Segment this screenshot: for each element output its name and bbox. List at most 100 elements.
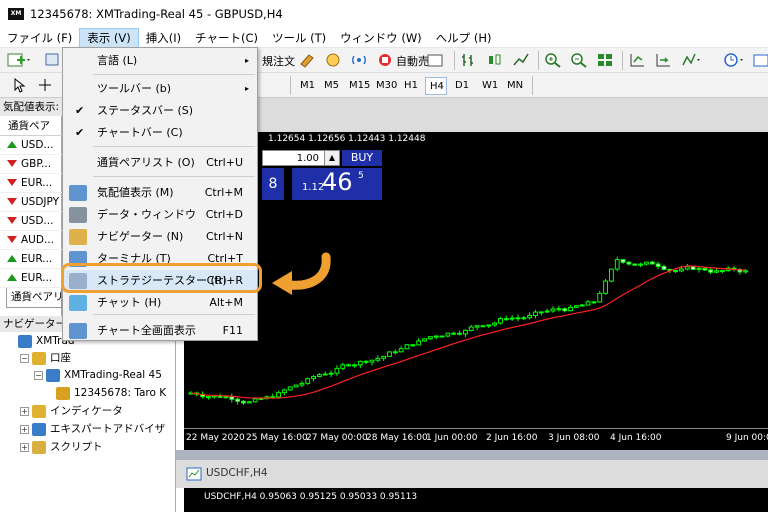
view-menu-item[interactable]: ✔ ステータスバー (S) <box>63 100 257 122</box>
timeframe-h1[interactable]: H1 <box>400 77 422 95</box>
market-watch-row[interactable]: AUD... <box>0 231 62 250</box>
view-menu-item-label: 言語 (L) <box>97 54 138 67</box>
time-axis-label: 25 May 16:00 <box>246 433 308 443</box>
symbol-name: USD... <box>21 139 54 151</box>
chart2-title-bar: USDCHF,H4 <box>176 460 768 488</box>
candle <box>480 325 486 328</box>
menu-window[interactable]: ウィンドウ (W) <box>333 28 429 48</box>
periods-icon[interactable] <box>722 52 748 68</box>
bar-chart-icon[interactable] <box>460 52 478 68</box>
new-chart-icon[interactable] <box>6 52 32 68</box>
time-axis: 22 May 2020 25 May 16:00 27 May 00:00 28 Ma… <box>184 428 768 450</box>
lot-increase-icon[interactable]: ▲ <box>324 150 340 166</box>
view-menu-item-label: データ・ウィンドウ <box>97 208 196 221</box>
menu-view[interactable]: 表示 (V) <box>79 27 139 48</box>
zoom-out-icon[interactable] <box>570 52 588 68</box>
view-menu-item[interactable]: ツールバー (b) ▸ <box>63 78 257 100</box>
navigator-item[interactable]: − 口座 <box>20 349 71 367</box>
market-watch-row[interactable]: GBP... <box>0 155 62 174</box>
menu-charts[interactable]: チャート(C) <box>188 28 265 48</box>
timeframe-m5[interactable]: M5 <box>320 77 342 95</box>
view-menu-item-label: チャット (H) <box>97 296 162 309</box>
menu-file[interactable]: ファイル (F) <box>0 28 79 48</box>
timeframe-mn[interactable]: MN <box>503 77 527 95</box>
navigator-item[interactable]: + インディケータ <box>20 402 123 420</box>
buy-price-button[interactable]: 1.12 46 5 <box>292 168 382 200</box>
navigator-item[interactable]: 12345678: Taro K <box>48 384 166 402</box>
chart2-area[interactable]: USDCHF,H4 0.95063 0.95125 0.95033 0.9511… <box>184 488 768 512</box>
view-menu-item[interactable]: 通貨ペアリスト (O) Ctrl+U <box>63 152 257 174</box>
view-menu-item[interactable]: チャット (H) Alt+M <box>63 292 257 314</box>
timeframe-w1[interactable]: W1 <box>478 77 500 95</box>
candle <box>544 308 550 314</box>
expand-icon[interactable]: + <box>20 442 29 452</box>
candle <box>585 300 591 306</box>
tab-symbols[interactable]: 通貨ペアリ <box>6 288 62 308</box>
menu-separator <box>93 146 255 147</box>
view-menu-item-label: ツールバー (b) <box>97 82 172 95</box>
zoom-in-icon[interactable] <box>544 52 562 68</box>
buy-button[interactable]: BUY <box>342 150 382 166</box>
navigator-item[interactable]: + スクリプト <box>20 438 103 456</box>
menu-tools[interactable]: ツール (T) <box>265 28 333 48</box>
navigator-item[interactable]: + エキスパートアドバイザ <box>20 420 165 438</box>
collapse-icon[interactable]: − <box>20 353 29 363</box>
navigator-item[interactable]: − XMTrading-Real 45 <box>34 366 162 384</box>
view-menu-item[interactable]: チャート全画面表示 F11 <box>63 320 257 342</box>
chart-shift-icon[interactable] <box>628 52 646 68</box>
chat-icon <box>69 295 87 311</box>
tile-windows-icon[interactable] <box>596 52 614 68</box>
market-watch-row[interactable]: USDJPY <box>0 193 62 212</box>
candle <box>392 349 398 355</box>
view-menu-item[interactable]: ✔ チャートバー (C) <box>63 122 257 144</box>
data-window-icon <box>69 207 87 223</box>
timeframe-m15[interactable]: M15 <box>345 77 371 95</box>
candle <box>509 314 515 322</box>
market-icon[interactable] <box>324 52 342 68</box>
market-watch-row[interactable]: USD... <box>0 136 62 155</box>
menu-insert[interactable]: 挿入(I) <box>139 28 188 48</box>
market-watch-row[interactable]: EUR... <box>0 174 62 193</box>
timeframe-d1[interactable]: D1 <box>451 77 473 95</box>
market-watch-row[interactable]: USD... <box>0 212 62 231</box>
signals-icon[interactable] <box>350 52 368 68</box>
autoscroll-icon[interactable] <box>654 52 672 68</box>
title-bar: XM 12345678: XMTrading-Real 45 - GBPUSD,… <box>0 0 768 28</box>
candle <box>661 264 667 271</box>
menu-help[interactable]: ヘルプ (H) <box>429 28 499 48</box>
profiles-icon[interactable] <box>44 52 62 68</box>
chart-window-usdchf: USDCHF,H4 USDCHF,H4 0.95063 0.95125 0.95… <box>176 460 768 512</box>
view-menu-item[interactable]: 気配値表示 (M) Ctrl+M <box>63 182 257 204</box>
chart-ohlc-info: 1.12654 1.12656 1.12443 1.12448 <box>268 134 426 144</box>
line-chart-icon[interactable] <box>512 52 530 68</box>
market-watch-header[interactable]: 通貨ペア <box>0 116 62 136</box>
market-watch-row[interactable]: EUR... <box>0 250 62 269</box>
candle <box>620 259 626 264</box>
navigator-item-label: インディケータ <box>50 405 123 417</box>
cursor-icon[interactable] <box>10 77 28 93</box>
indicators-icon[interactable] <box>680 52 702 68</box>
collapse-icon[interactable]: − <box>34 370 43 380</box>
window-icon[interactable] <box>426 52 444 68</box>
expand-icon[interactable]: + <box>20 424 29 434</box>
expand-icon[interactable]: + <box>20 406 29 416</box>
pointer-arrow-icon <box>272 252 331 295</box>
templates-icon[interactable] <box>752 52 768 68</box>
sell-price-button[interactable]: 8 <box>262 168 284 200</box>
app-logo-icon: XM <box>8 8 24 20</box>
candle <box>305 377 311 385</box>
timeframe-m1[interactable]: M1 <box>296 77 316 95</box>
new-order-button[interactable]: 規注文 <box>262 53 295 69</box>
view-menu-item[interactable]: 言語 (L) ▸ <box>63 50 257 72</box>
crosshair-icon[interactable] <box>36 77 54 93</box>
metaeditor-icon[interactable] <box>298 52 316 68</box>
timeframe-h4[interactable]: H4 <box>425 77 447 95</box>
autotrading-icon[interactable] <box>376 52 394 68</box>
candlestick-icon[interactable] <box>486 52 504 68</box>
view-menu-item[interactable]: ナビゲーター (N) Ctrl+N <box>63 226 257 248</box>
time-axis-label: 27 May 00:00 <box>306 433 368 443</box>
market-watch-row[interactable]: EUR... <box>0 269 62 288</box>
timeframe-m30[interactable]: M30 <box>372 77 398 95</box>
view-menu-item[interactable]: データ・ウィンドウ Ctrl+D <box>63 204 257 226</box>
symbol-name: USDJPY <box>21 196 60 208</box>
